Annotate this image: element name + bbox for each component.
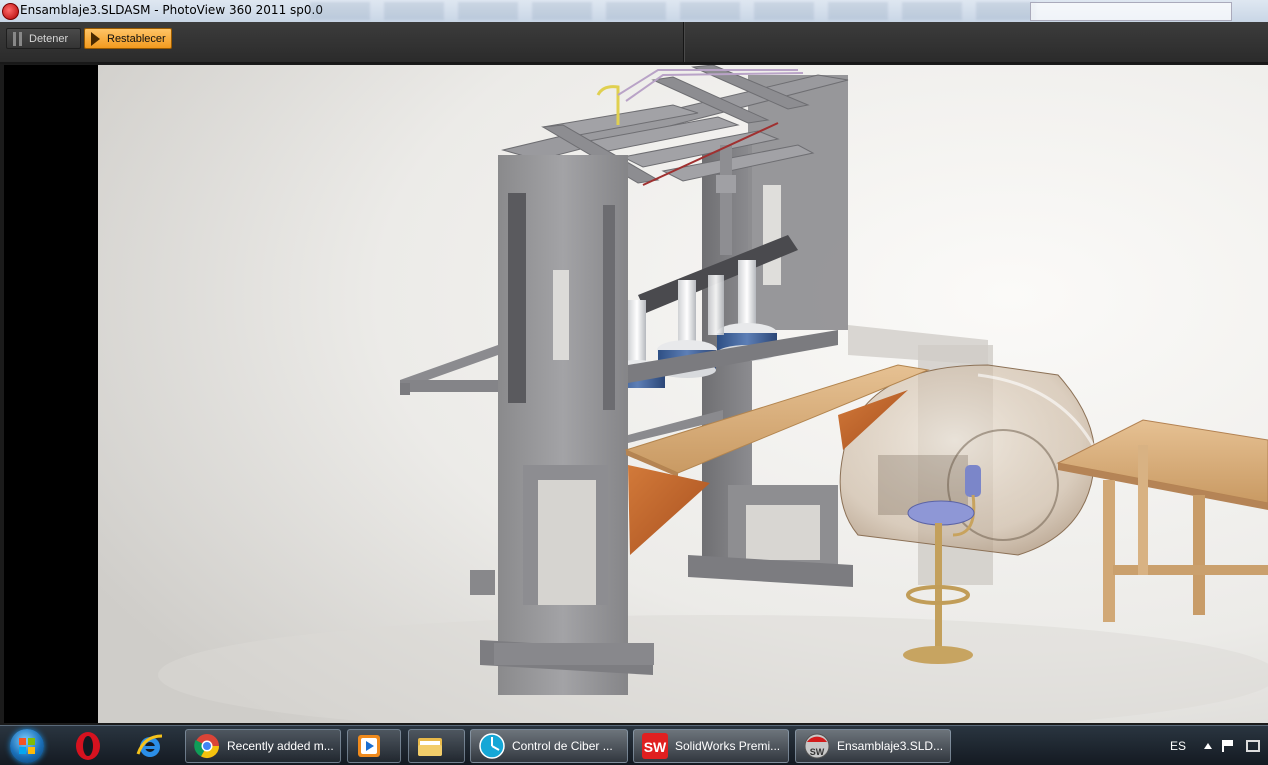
stop-button-label: Detener <box>29 32 69 45</box>
window-title-bar: Ensamblaje3.SLDASM - PhotoView 360 2011 … <box>0 0 1268 22</box>
task-control-ciber[interactable]: Control de Ciber ... <box>470 729 628 763</box>
task-solidworks[interactable]: SW SolidWorks Premi... <box>633 729 789 763</box>
pause-icon <box>9 30 25 47</box>
solidworks-icon: SW <box>640 731 670 761</box>
play-icon <box>87 30 103 47</box>
svg-text:SW: SW <box>644 739 667 755</box>
render-toolbar: Detener Restablecer <box>0 22 1268 64</box>
task-file-explorer[interactable] <box>408 729 465 763</box>
language-indicator[interactable]: ES <box>1170 739 1186 753</box>
background-window-ghost <box>310 2 1050 20</box>
task-label: Control de Ciber ... <box>512 739 613 753</box>
task-media-player[interactable] <box>347 729 401 763</box>
task-chrome[interactable]: Recently added m... <box>185 729 341 763</box>
stop-button[interactable]: Detener <box>6 28 81 49</box>
chrome-icon <box>192 731 222 761</box>
task-label: Ensamblaje3.SLD... <box>837 739 944 753</box>
reset-button-label: Restablecer <box>107 32 166 45</box>
pinned-opera[interactable] <box>62 727 114 764</box>
media-player-icon <box>354 731 384 761</box>
opera-icon <box>76 731 100 760</box>
network-icon[interactable] <box>1246 739 1260 752</box>
internet-explorer-icon <box>136 734 163 757</box>
toolbar-divider <box>683 22 684 62</box>
photoview-app-icon <box>2 3 19 20</box>
task-label: Recently added m... <box>227 739 334 753</box>
rendered-assembly-scene <box>98 65 1268 723</box>
photoview-icon: SW <box>802 731 832 761</box>
windows-start-orb <box>10 728 44 763</box>
start-button[interactable] <box>4 727 50 764</box>
cyber-control-icon <box>477 731 507 761</box>
windows-taskbar: Recently added m... Control de Ciber ...… <box>0 725 1268 765</box>
pinned-internet-explorer[interactable] <box>124 727 176 764</box>
background-search-ghost <box>1030 2 1232 21</box>
render-viewport[interactable] <box>4 65 1268 723</box>
show-hidden-icons[interactable] <box>1204 742 1212 749</box>
file-explorer-icon <box>415 731 445 761</box>
window-title: Ensamblaje3.SLDASM - PhotoView 360 2011 … <box>20 3 323 17</box>
task-label: SolidWorks Premi... <box>675 739 781 753</box>
task-photoview[interactable]: SW Ensamblaje3.SLD... <box>795 729 951 763</box>
system-tray: ES <box>1170 726 1268 765</box>
action-center-flag-icon[interactable] <box>1222 739 1236 752</box>
reset-button[interactable]: Restablecer <box>84 28 172 49</box>
svg-text:SW: SW <box>810 747 825 757</box>
render-image <box>98 65 1268 723</box>
